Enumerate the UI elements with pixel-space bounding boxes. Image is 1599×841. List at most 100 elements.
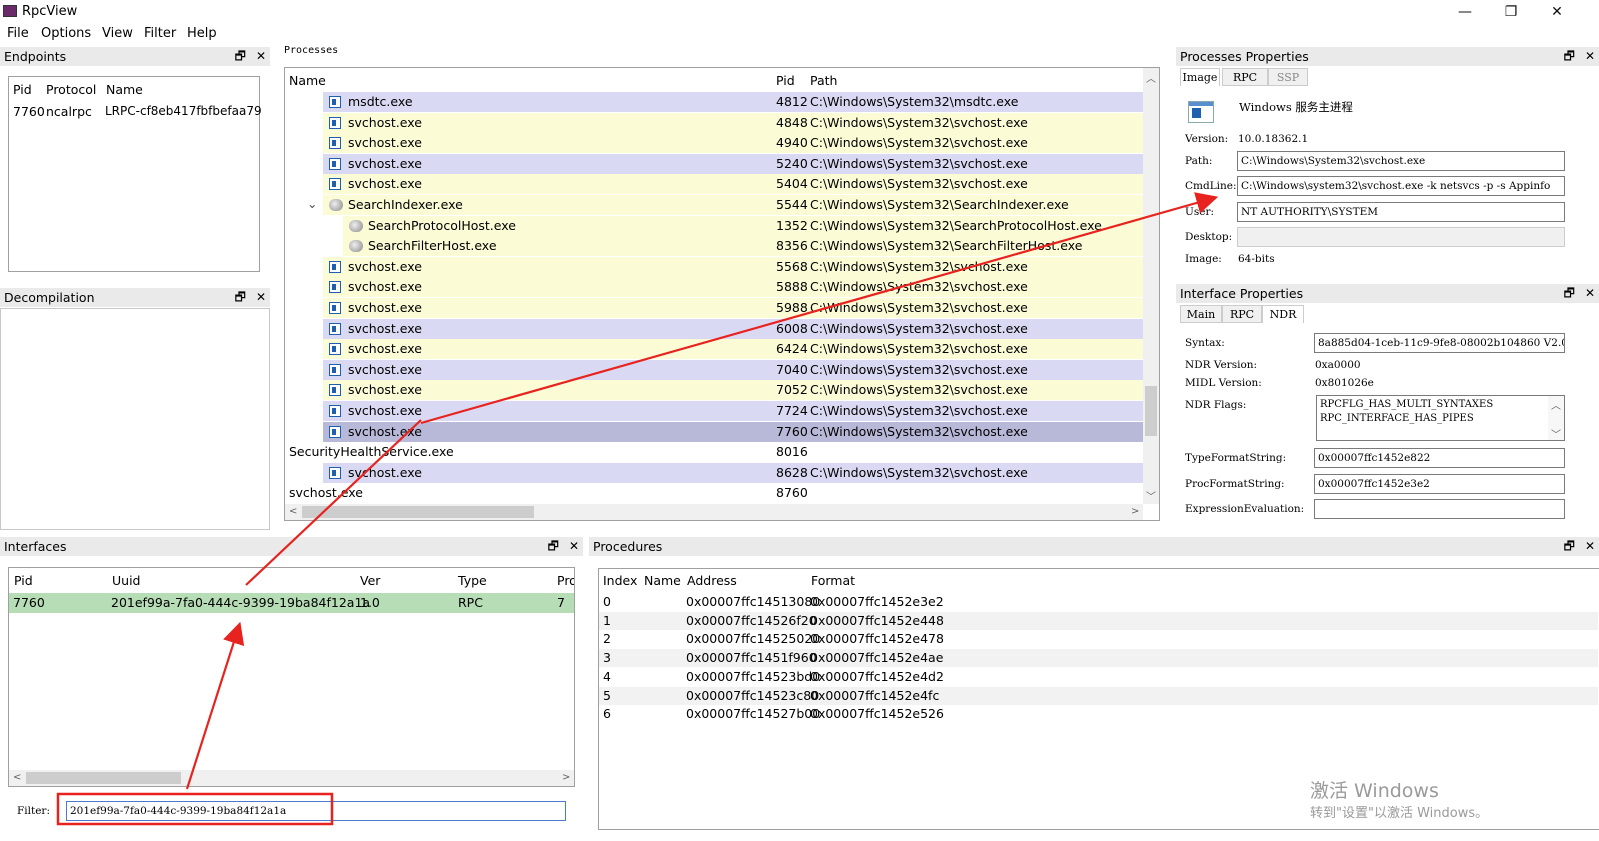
typeformat-field[interactable]: 0x00007ffc1452e822: [1314, 448, 1565, 468]
process-row[interactable]: SearchFilterHost.exe 8356 C:\Windows\Syste…: [343, 236, 1145, 257]
procedure-format: 0x00007ffc1452e478: [810, 631, 944, 647]
menu-help[interactable]: Help: [187, 26, 217, 41]
processes-tree[interactable]: Name Pid Path msdtc.exe 4812 C:\Windows\Sy…: [284, 67, 1160, 521]
float-icon[interactable]: 🗗: [235, 290, 246, 304]
process-row[interactable]: SearchProtocolHost.exe 1352 C:\Windows\Sys…: [343, 215, 1145, 236]
procedure-row[interactable]: 0 0x00007ffc14513080 0x00007ffc1452e3e2: [599, 593, 1598, 611]
col-proc-index[interactable]: Index: [603, 573, 637, 588]
col-process-pid[interactable]: Pid: [776, 73, 795, 88]
filter-label: Filter:: [17, 805, 50, 817]
col-iface-pid[interactable]: Pid: [14, 573, 33, 588]
cmdline-field[interactable]: C:\Windows\system32\svchost.exe -k netsv…: [1237, 176, 1565, 196]
table-row[interactable]: 7760 201ef99a-7fa0-444c-9399-19ba84f12a1…: [9, 593, 574, 613]
procformat-field[interactable]: 0x00007ffc1452e3e2: [1314, 474, 1565, 494]
procedure-row[interactable]: 6 0x00007ffc14527b00 0x00007ffc1452e526: [599, 705, 1598, 724]
process-row[interactable]: svchost.exe 6008 C:\Windows\System32\svcho…: [323, 318, 1145, 339]
process-row[interactable]: svchost.exe 7724 C:\Windows\System32\svcho…: [323, 401, 1145, 421]
col-proc-name[interactable]: Name: [644, 573, 681, 588]
col-protocol[interactable]: Protocol: [46, 82, 96, 97]
col-pid[interactable]: Pid: [13, 82, 32, 97]
menu-file[interactable]: File: [7, 26, 29, 41]
endpoints-header: Endpoints 🗗 ✕: [0, 47, 270, 66]
interfaces-title: Interfaces: [4, 539, 67, 554]
process-name: svchost.exe: [348, 300, 422, 315]
procedure-address: 0x00007ffc14523bd0: [686, 668, 821, 684]
ndr-flags-list[interactable]: RPCFLG_HAS_MULTI_SYNTAXES RPC_INTERFACE_…: [1316, 395, 1565, 441]
close-icon[interactable]: ✕: [256, 290, 266, 304]
interfaces-hscroll[interactable]: < >: [9, 770, 574, 786]
col-proc-address[interactable]: Address: [687, 573, 737, 588]
menu-options[interactable]: Options: [41, 26, 91, 41]
tab-interface-rpc[interactable]: RPC: [1222, 305, 1262, 323]
process-pid: 8628: [776, 464, 808, 480]
process-row[interactable]: svchost.exe 5404 C:\Windows\System32\svcho…: [323, 174, 1145, 195]
process-row[interactable]: svchost.exe 5568 C:\Windows\System32\svcho…: [323, 256, 1145, 277]
process-row[interactable]: msdtc.exe 4812 C:\Windows\System32\msdtc.e…: [323, 92, 1145, 112]
path-field[interactable]: C:\Windows\System32\svchost.exe: [1237, 151, 1565, 171]
close-window-button[interactable]: ✕: [1534, 2, 1580, 22]
col-iface-procs[interactable]: Pro: [557, 573, 574, 588]
procedures-list[interactable]: Index Name Address Format 0 0x00007ffc145…: [598, 568, 1599, 830]
process-row[interactable]: svchost.exe 7760 C:\Windows\System32\svcho…: [323, 421, 1145, 442]
col-process-name[interactable]: Name: [289, 73, 326, 88]
tab-image[interactable]: Image: [1180, 68, 1220, 86]
close-icon[interactable]: ✕: [256, 49, 266, 63]
procedure-row[interactable]: 4 0x00007ffc14523bd0 0x00007ffc1452e4d2: [599, 667, 1598, 686]
tab-ndr[interactable]: NDR: [1262, 305, 1304, 323]
filter-input[interactable]: 201ef99a-7fa0-444c-9399-19ba84f12a1a: [66, 801, 566, 821]
process-row[interactable]: svchost.exe 8760: [285, 483, 1145, 504]
window-icon: [329, 363, 341, 376]
ndr-version-value: 0xa0000: [1315, 359, 1361, 371]
process-row[interactable]: svchost.exe 5888 C:\Windows\System32\svcho…: [323, 277, 1145, 298]
close-icon[interactable]: ✕: [1585, 286, 1595, 300]
col-name[interactable]: Name: [106, 82, 143, 97]
process-row[interactable]: svchost.exe 5240 C:\Windows\System32\svcho…: [323, 153, 1145, 174]
tab-main[interactable]: Main: [1180, 305, 1222, 323]
expreval-field[interactable]: [1314, 499, 1565, 519]
process-row[interactable]: svchost.exe 4848 C:\Windows\System32\svcho…: [323, 112, 1145, 133]
float-icon[interactable]: 🗗: [548, 539, 559, 553]
interfaces-list[interactable]: Pid Uuid Ver Type Pro 7760 201ef99a-7fa0…: [8, 567, 575, 787]
process-row[interactable]: svchost.exe 4940 C:\Windows\System32\svcho…: [323, 133, 1145, 154]
processes-hscroll[interactable]: < >: [285, 504, 1143, 520]
syntax-field[interactable]: 8a885d04-1ceb-11c9-9fe8-08002b104860 V2.…: [1314, 333, 1565, 353]
procedure-row[interactable]: 1 0x00007ffc14526f20 0x00007ffc1452e448: [599, 611, 1598, 630]
user-field[interactable]: NT AUTHORITY\SYSTEM: [1237, 202, 1565, 222]
process-row[interactable]: ⌄ SearchIndexer.exe 5544 C:\Windows\System3…: [307, 195, 1145, 215]
col-process-path[interactable]: Path: [810, 73, 837, 88]
tab-rpc[interactable]: RPC: [1222, 68, 1268, 86]
procedure-row[interactable]: 3 0x00007ffc1451f960 0x00007ffc1452e4ae: [599, 649, 1598, 668]
procedure-row[interactable]: 5 0x00007ffc14523c80 0x00007ffc1452e4fc: [599, 686, 1598, 705]
float-icon[interactable]: 🗗: [1564, 49, 1575, 63]
close-icon[interactable]: ✕: [1585, 539, 1595, 553]
window-icon: [329, 116, 341, 129]
minimize-button[interactable]: —: [1442, 2, 1488, 22]
float-icon[interactable]: 🗗: [1564, 286, 1575, 300]
float-icon[interactable]: 🗗: [1564, 539, 1575, 553]
menu-filter[interactable]: Filter: [144, 26, 176, 41]
process-row[interactable]: svchost.exe 7052 C:\Windows\System32\svcho…: [323, 380, 1145, 401]
decompilation-area[interactable]: [0, 308, 270, 530]
float-icon[interactable]: 🗗: [235, 49, 246, 63]
maximize-button[interactable]: ❐: [1488, 2, 1534, 22]
col-iface-type[interactable]: Type: [458, 573, 487, 588]
col-iface-ver[interactable]: Ver: [360, 573, 380, 588]
services-icon: [329, 96, 341, 108]
process-row[interactable]: svchost.exe 6424 C:\Windows\System32\svcho…: [323, 339, 1145, 360]
close-icon[interactable]: ✕: [569, 539, 579, 553]
tab-ssp[interactable]: SSP: [1268, 68, 1308, 86]
processes-vscroll[interactable]: ︿ ﹀: [1143, 68, 1159, 504]
window-icon: [329, 157, 341, 170]
col-iface-uuid[interactable]: Uuid: [112, 573, 140, 588]
endpoints-list[interactable]: Pid Protocol Name 7760 ncalrpc LRPC-cf8e…: [8, 76, 262, 272]
expand-toggle[interactable]: ⌄: [307, 196, 317, 211]
close-icon[interactable]: ✕: [1585, 49, 1595, 63]
process-row[interactable]: svchost.exe 5988 C:\Windows\System32\svcho…: [323, 298, 1145, 318]
process-row[interactable]: svchost.exe 7040 C:\Windows\System32\svcho…: [323, 359, 1145, 380]
menu-view[interactable]: View: [102, 26, 133, 41]
process-row[interactable]: SecurityHealthService.exe 8016: [285, 442, 1145, 463]
col-proc-format[interactable]: Format: [811, 573, 855, 588]
desktop-field[interactable]: [1237, 227, 1565, 247]
process-row[interactable]: svchost.exe 8628 C:\Windows\System32\svcho…: [323, 462, 1145, 483]
procedure-row[interactable]: 2 0x00007ffc14525020 0x00007ffc1452e478: [599, 630, 1598, 649]
